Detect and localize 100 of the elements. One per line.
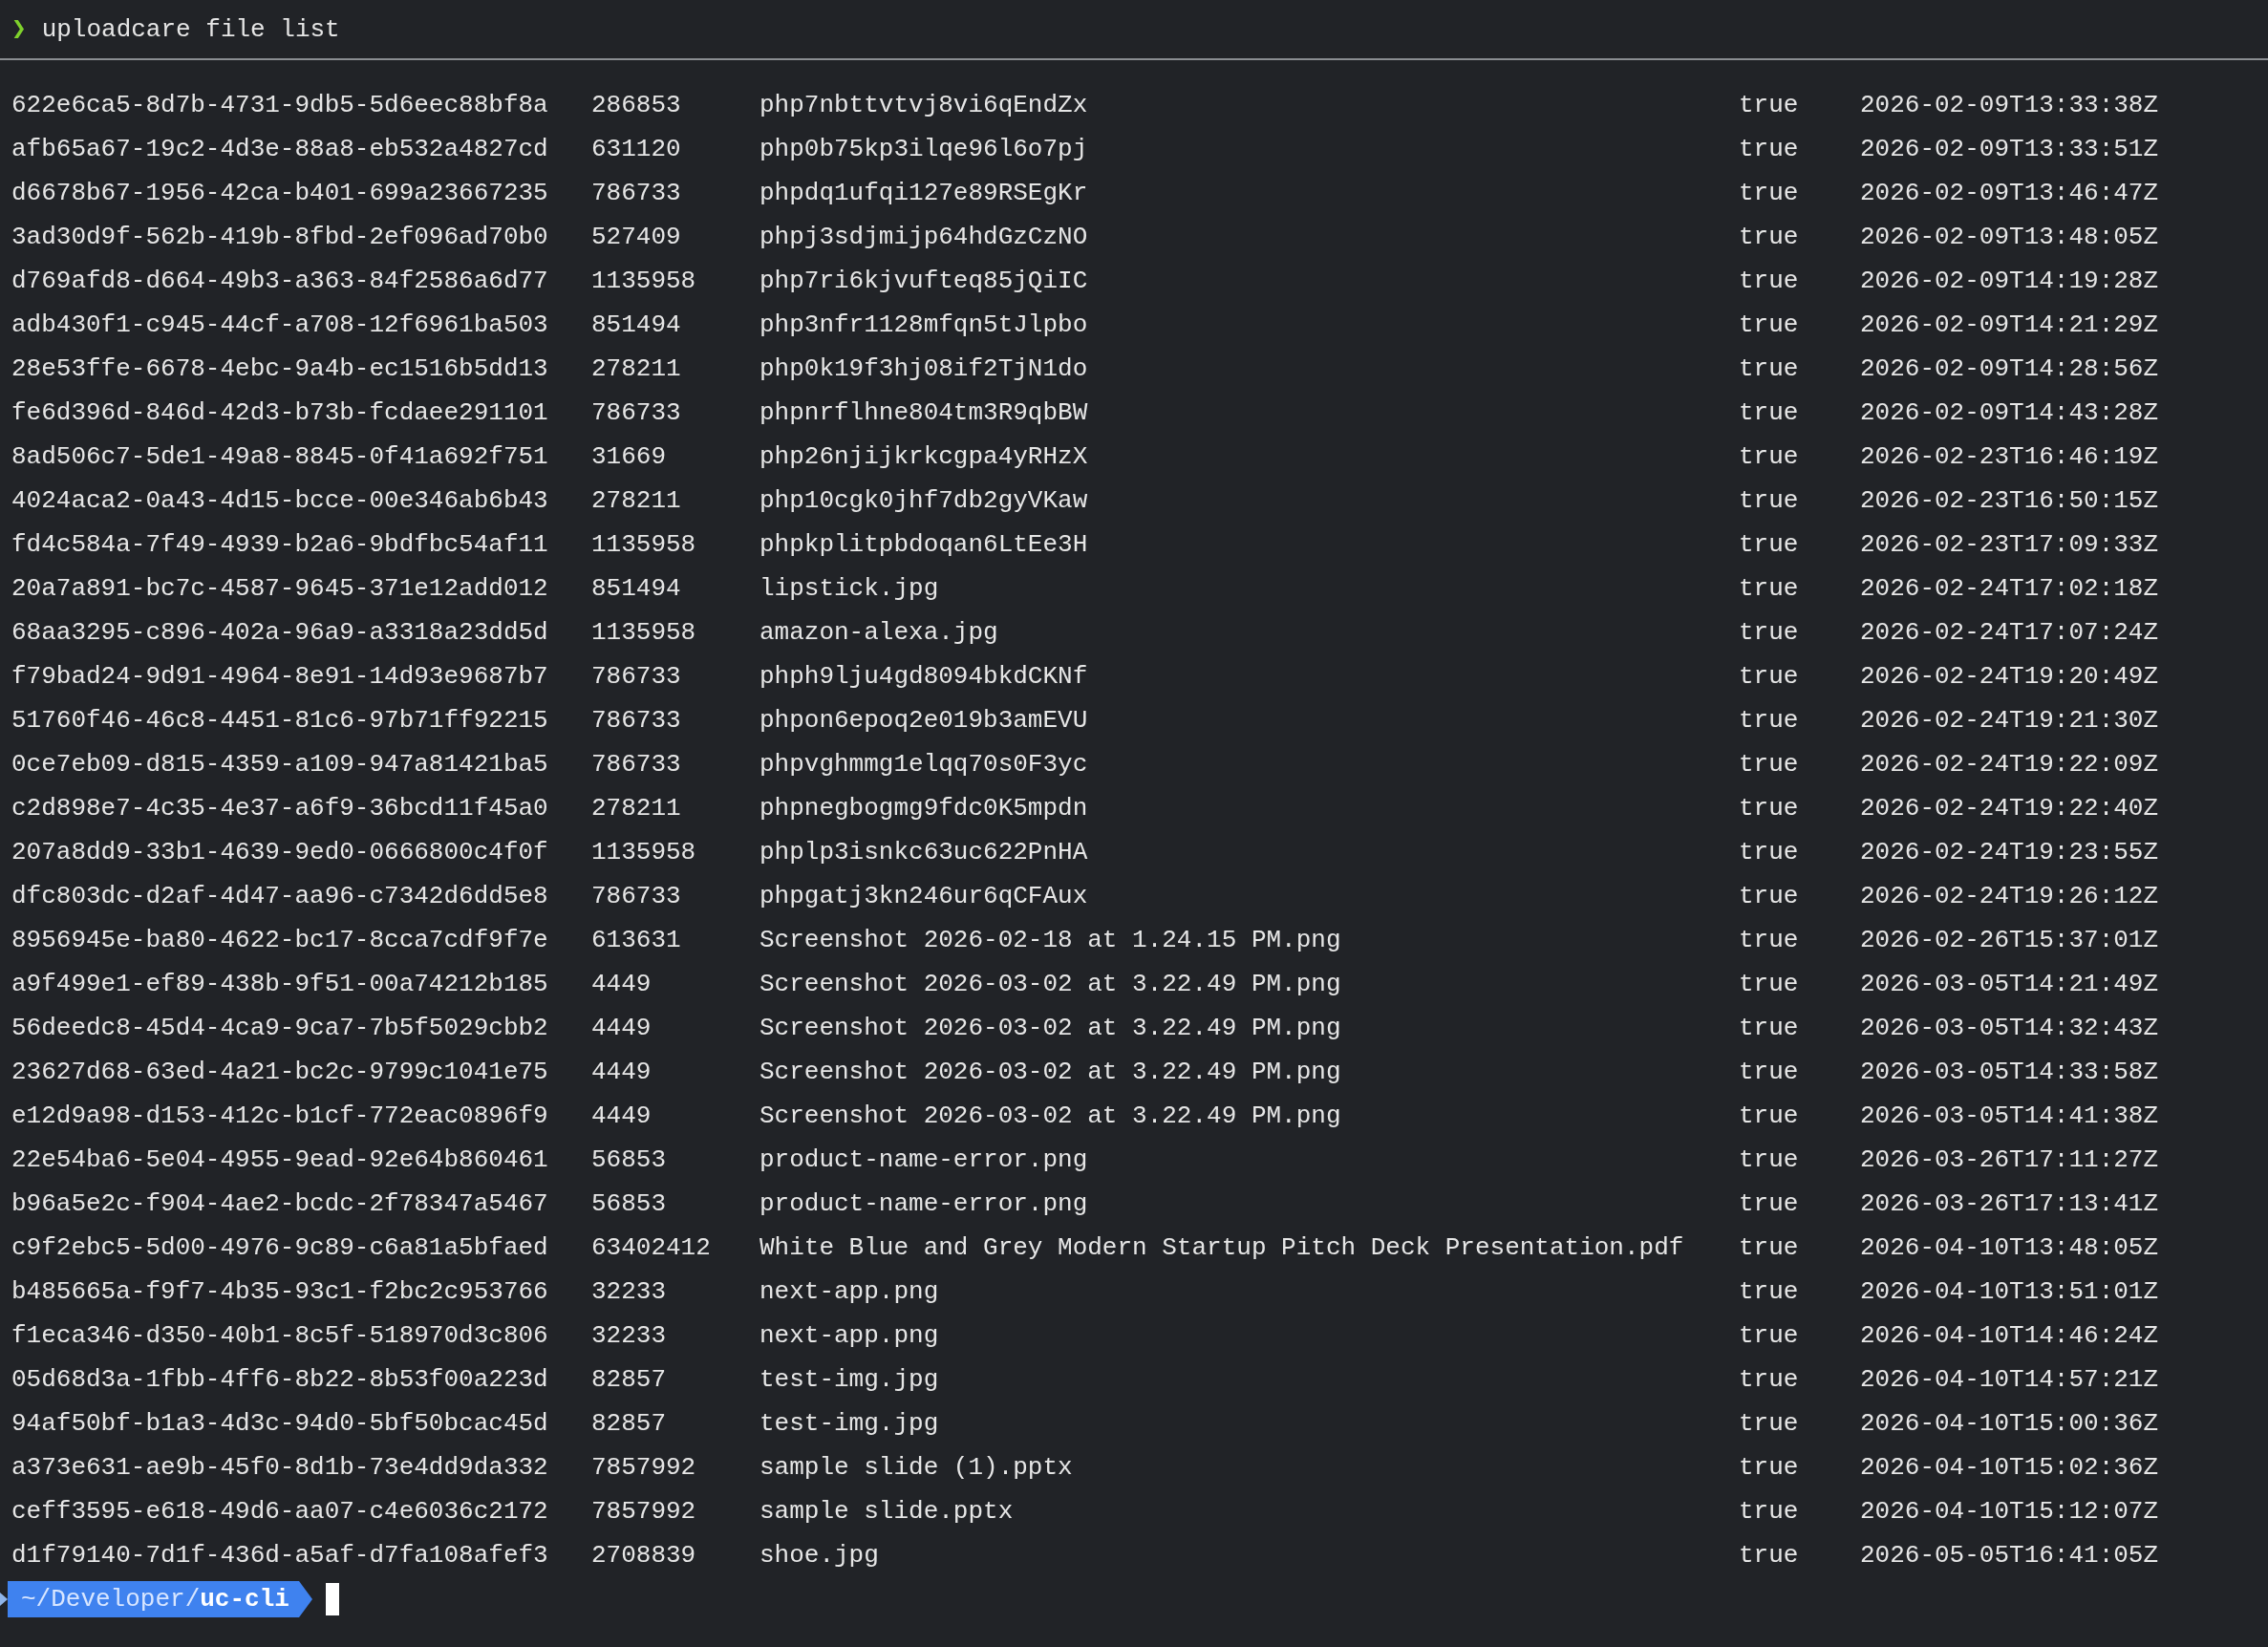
table-cell-text: 2026-03-05T14:41:38Z	[1860, 1101, 2160, 1132]
table-cell-text: 2026-02-24T19:22:40Z	[1860, 793, 2160, 824]
table-cell-text: 2026-03-05T14:21:49Z	[1860, 969, 2160, 1000]
text-cursor	[325, 1583, 339, 1615]
table-cell-text: true	[1739, 1496, 1800, 1528]
table-cell-text: 51760f46-46c8-4451-81c6-97b71ff92215	[11, 705, 549, 737]
table-cell-text: c9f2ebc5-5d00-4976-9c89-c6a81a5bfaed	[11, 1232, 549, 1264]
table-cell-text: 94af50bf-b1a3-4d3c-94d0-5bf50bcac45d	[11, 1408, 549, 1440]
table-cell-text: 2026-02-24T19:20:49Z	[1860, 661, 2160, 693]
table-cell-text: 0ce7eb09-d815-4359-a109-947a81421ba5	[11, 749, 549, 781]
table-cell-text: 1135958	[591, 529, 697, 561]
table-cell-text: true	[1739, 353, 1800, 385]
table-cell-text: b485665a-f9f7-4b35-93c1-f2bc2c953766	[11, 1276, 549, 1308]
table-cell-text: phpvghmmg1elqq70s0F3yc	[760, 749, 1089, 781]
table-cell-text: 786733	[591, 397, 682, 429]
table-cell-text: 278211	[591, 793, 682, 824]
table-cell-text: f1eca346-d350-40b1-8c5f-518970d3c806	[11, 1320, 549, 1352]
table-cell-text: 2026-05-05T16:41:05Z	[1860, 1540, 2160, 1572]
table-cell-text: 63402412	[591, 1232, 712, 1264]
table-cell-text: a9f499e1-ef89-438b-9f51-00a74212b185	[11, 969, 549, 1000]
table-cell-text: 2026-03-05T14:32:43Z	[1860, 1013, 2160, 1044]
table-cell-text: true	[1739, 1144, 1800, 1176]
table-cell-text: fd4c584a-7f49-4939-b2a6-9bdfbc54af11	[11, 529, 549, 561]
table-cell-text: 2026-02-09T14:28:56Z	[1860, 353, 2160, 385]
table-cell-text: 278211	[591, 353, 682, 385]
table-cell-text: Screenshot 2026-02-18 at 1.24.15 PM.png	[760, 925, 1342, 956]
table-cell-text: 22e54ba6-5e04-4955-9ead-92e64b860461	[11, 1144, 549, 1176]
table-cell-text: 56853	[591, 1144, 667, 1176]
table-cell-text: true	[1739, 90, 1800, 121]
table-cell-text: 2026-02-23T16:46:19Z	[1860, 441, 2160, 473]
table-cell-text: true	[1739, 925, 1800, 956]
table-cell-text: b96a5e2c-f904-4ae2-bcdc-2f78347a5467	[11, 1188, 549, 1220]
table-cell-text: 1135958	[591, 266, 697, 297]
table-cell-text: true	[1739, 573, 1800, 605]
table-cell-text: 2026-03-26T17:13:41Z	[1860, 1188, 2160, 1220]
table-cell-text: true	[1739, 397, 1800, 429]
table-cell-text: lipstick.jpg	[760, 573, 940, 605]
table-cell-text: 31669	[591, 441, 667, 473]
table-cell-text: phpnegbogmg9fdc0K5mpdn	[760, 793, 1089, 824]
table-cell-text: 2026-02-09T14:43:28Z	[1860, 397, 2160, 429]
table-cell-text: true	[1739, 485, 1800, 517]
table-cell-text: 631120	[591, 134, 682, 165]
table-cell-text: Screenshot 2026-03-02 at 3.22.49 PM.png	[760, 1057, 1342, 1088]
table-cell-text: 2026-02-24T19:26:12Z	[1860, 881, 2160, 912]
table-cell-text: 278211	[591, 485, 682, 517]
table-cell-text: true	[1739, 661, 1800, 693]
table-cell-text: Screenshot 2026-03-02 at 3.22.49 PM.png	[760, 969, 1342, 1000]
table-cell-text: 23627d68-63ed-4a21-bc2c-9799c1041e75	[11, 1057, 549, 1088]
table-cell-text: true	[1739, 310, 1800, 341]
table-cell-text: product-name-error.png	[760, 1144, 1089, 1176]
table-cell-text: f79bad24-9d91-4964-8e91-14d93e9687b7	[11, 661, 549, 693]
table-cell-text: 2026-02-24T19:23:55Z	[1860, 837, 2160, 868]
table-cell-text: php26njijkrkcgpa4yRHzX	[760, 441, 1089, 473]
table-cell-text: true	[1739, 617, 1800, 649]
table-cell-text: true	[1739, 1276, 1800, 1308]
table-cell-text: true	[1739, 134, 1800, 165]
table-cell-text: true	[1739, 441, 1800, 473]
table-cell-text: amazon-alexa.jpg	[760, 617, 999, 649]
table-cell-text: 2026-02-09T13:33:38Z	[1860, 90, 2160, 121]
table-cell-text: 786733	[591, 661, 682, 693]
table-cell-text: true	[1739, 749, 1800, 781]
table-cell-text: true	[1739, 529, 1800, 561]
table-cell-text: fe6d396d-846d-42d3-b73b-fcdaee291101	[11, 397, 549, 429]
table-cell-text: phplp3isnkc63uc622PnHA	[760, 837, 1089, 868]
table-cell-text: adb430f1-c945-44cf-a708-12f6961ba503	[11, 310, 549, 341]
table-cell-text: 207a8dd9-33b1-4639-9ed0-0666800c4f0f	[11, 837, 549, 868]
table-cell-text: shoe.jpg	[760, 1540, 880, 1572]
table-cell-text: true	[1739, 881, 1800, 912]
table-cell-text: 2026-04-10T13:48:05Z	[1860, 1232, 2160, 1264]
table-cell-text: a373e631-ae9b-45f0-8d1b-73e4dd9da332	[11, 1452, 549, 1484]
table-cell-text: ceff3595-e618-49d6-aa07-c4e6036c2172	[11, 1496, 549, 1528]
table-cell-text: 82857	[591, 1364, 667, 1396]
table-cell-text: 2026-02-24T19:22:09Z	[1860, 749, 2160, 781]
table-cell-text: d6678b67-1956-42ca-b401-699a23667235	[11, 178, 549, 209]
table-cell-text: 2026-02-09T14:21:29Z	[1860, 310, 2160, 341]
table-cell-text: test-img.jpg	[760, 1364, 940, 1396]
table-cell-text: 2026-02-09T13:46:47Z	[1860, 178, 2160, 209]
table-cell-text: 2026-03-26T17:11:27Z	[1860, 1144, 2160, 1176]
table-cell-text: php0b75kp3ilqe96l6o7pj	[760, 134, 1089, 165]
table-cell-text: 851494	[591, 573, 682, 605]
prompt-path: ~/Developer/	[21, 1584, 201, 1615]
table-cell-text: true	[1739, 1013, 1800, 1044]
table-cell-text: d769afd8-d664-49b3-a363-84f2586a6d77	[11, 266, 549, 297]
table-cell-text: next-app.png	[760, 1320, 940, 1352]
table-cell-text: 527409	[591, 222, 682, 253]
table-cell-text: 2026-02-24T19:21:30Z	[1860, 705, 2160, 737]
table-cell-text: 622e6ca5-8d7b-4731-9db5-5d6eec88bf8a	[11, 90, 549, 121]
table-cell-text: Screenshot 2026-03-02 at 3.22.49 PM.png	[760, 1013, 1342, 1044]
table-cell-text: phpdq1ufqi127e89RSEgKr	[760, 178, 1089, 209]
table-cell-text: php0k19f3hj08if2TjN1do	[760, 353, 1089, 385]
table-cell-text: product-name-error.png	[760, 1188, 1089, 1220]
table-cell-text: Screenshot 2026-03-02 at 3.22.49 PM.png	[760, 1101, 1342, 1132]
table-cell-text: 2026-02-24T17:07:24Z	[1860, 617, 2160, 649]
table-cell-text: true	[1739, 1452, 1800, 1484]
table-cell-text: c2d898e7-4c35-4e37-a6f9-36bcd11f45a0	[11, 793, 549, 824]
table-cell-text: true	[1739, 1232, 1800, 1264]
table-cell-text: 68aa3295-c896-402a-96a9-a3318a23dd5d	[11, 617, 549, 649]
table-cell-text: afb65a67-19c2-4d3e-88a8-eb532a4827cd	[11, 134, 549, 165]
table-cell-text: 2026-04-10T15:12:07Z	[1860, 1496, 2160, 1528]
table-cell-text: 2026-02-09T14:19:28Z	[1860, 266, 2160, 297]
